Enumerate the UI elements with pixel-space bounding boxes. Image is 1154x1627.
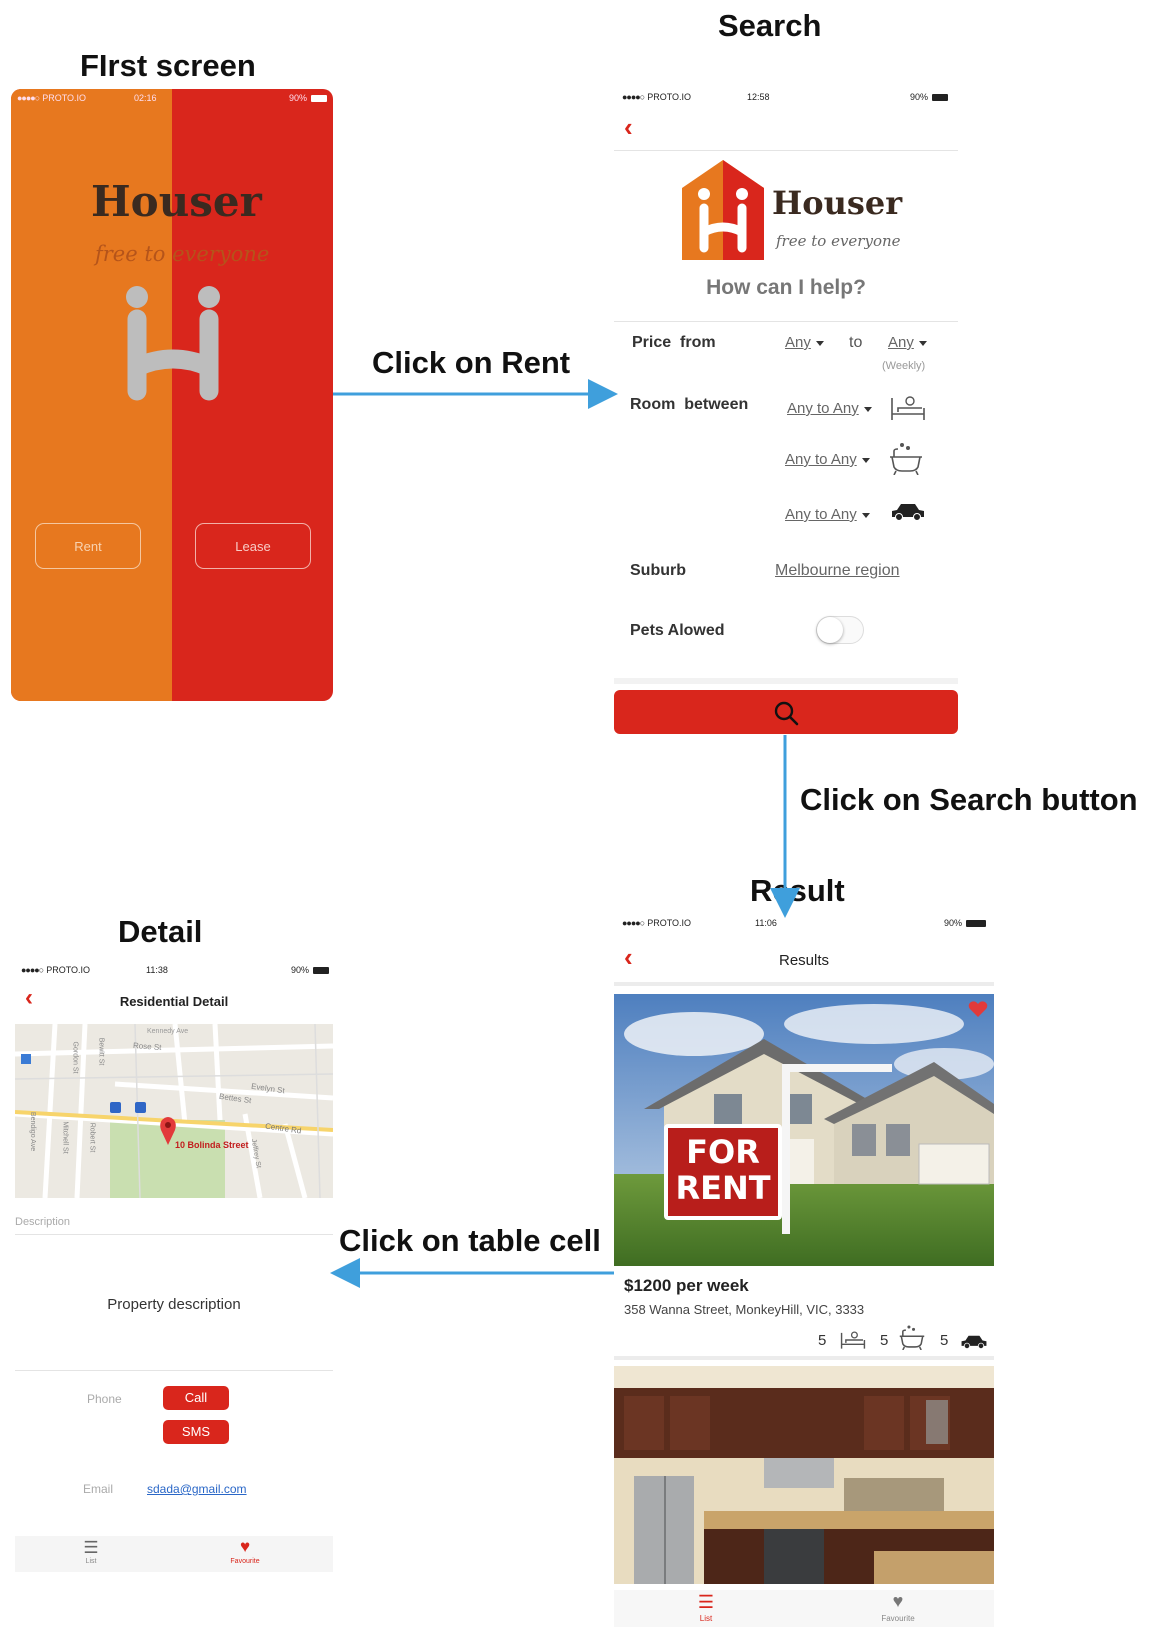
app-tagline: free to everyone: [95, 242, 270, 266]
bed-range-select[interactable]: Any to Any: [787, 400, 872, 417]
email-link[interactable]: sdada@gmail.com: [147, 1482, 247, 1496]
kitchen-photo[interactable]: [614, 1366, 994, 1584]
listing-address: 358 Wanna Street, MonkeyHill, VIC, 3333: [624, 1302, 865, 1317]
tab-bar: ☰ List ♥ Favourite: [15, 1536, 333, 1572]
room-label: Room between: [630, 396, 749, 413]
map-street-bendigo: Bendigo Ave: [29, 1111, 37, 1152]
car-icon: [892, 504, 924, 521]
houser-h-icon: [126, 286, 220, 401]
toggle-knob: [817, 617, 843, 643]
detail-screen: ●●●●○ PROTO.IO 11:38 90% ‹ Residential De…: [15, 960, 333, 1572]
map-street-mitchell: Mitchell St: [61, 1121, 69, 1154]
detail-title-bar: Residential Detail: [119, 994, 229, 1009]
bath-icon: [899, 1325, 925, 1350]
results-title: Results: [778, 952, 830, 969]
listing-cars: 5: [940, 1332, 949, 1349]
tab-favourite[interactable]: Favourite: [868, 1614, 928, 1623]
result-screen: ●●●●○ PROTO.IO 11:06 90% ‹ Results FOR R…: [614, 912, 994, 1627]
property-description: Property description: [107, 1296, 241, 1313]
email-label: Email: [83, 1482, 114, 1496]
back-chevron-icon[interactable]: ‹: [624, 114, 633, 140]
rent-button[interactable]: Rent: [35, 523, 141, 569]
lease-button[interactable]: Lease: [195, 523, 311, 569]
bath-range-select[interactable]: Any to Any: [785, 451, 870, 468]
status-bar: ●●●●○ PROTO.IO 12:58 90%: [622, 92, 948, 102]
map-street-robert: Robert St: [88, 1122, 96, 1153]
heart-icon[interactable]: ♥: [235, 1538, 255, 1556]
listing-price: $1200 per week: [624, 1276, 749, 1295]
first-screen: ●●●●○ PROTO.IO 02:16 90% Houser free to e…: [11, 89, 333, 701]
car-icon: [961, 1335, 987, 1349]
description-label: Description: [15, 1216, 71, 1228]
bath-icon: [890, 443, 922, 475]
tab-list[interactable]: List: [686, 1614, 726, 1623]
step-click-search: Click on Search button: [800, 782, 1138, 817]
search-button[interactable]: [614, 690, 958, 734]
map-street-bewitt: Bewitt St: [97, 1037, 105, 1066]
list-icon[interactable]: ☰: [696, 1593, 716, 1611]
price-to-label: to: [849, 334, 863, 351]
for-rent-sign: FOR RENT: [664, 1124, 782, 1220]
sms-button[interactable]: SMS: [163, 1420, 229, 1444]
map-street-gordon: Gordon St: [71, 1041, 79, 1074]
step-click-table-cell: Click on table cell: [339, 1223, 601, 1258]
car-range-select[interactable]: Any to Any: [785, 506, 870, 523]
map-view[interactable]: Rose St Evelyn St Bettes St Centre Rd Ke…: [15, 1024, 333, 1198]
listing-beds: 5: [818, 1332, 827, 1349]
price-from-select[interactable]: Any: [785, 334, 824, 351]
status-bar: ●●●●○ PROTO.IO 11:06 90%: [622, 918, 986, 928]
map-roads: [15, 1024, 333, 1198]
houser-logo-icon: [682, 160, 764, 260]
phone-label: Phone: [87, 1392, 122, 1406]
call-button[interactable]: Call: [163, 1386, 229, 1410]
heart-icon[interactable]: ♥: [888, 1592, 908, 1610]
bed-icon: [891, 396, 925, 420]
price-to-select[interactable]: Any: [888, 334, 927, 351]
pets-toggle[interactable]: [816, 616, 864, 644]
status-bar: ●●●●○ PROTO.IO 02:16 90%: [17, 93, 327, 103]
app-logo: Houser: [91, 177, 262, 226]
tab-favourite[interactable]: Favourite: [215, 1558, 275, 1565]
app-logo: Houser: [772, 184, 903, 222]
search-icon: [774, 701, 799, 726]
search-screen: ●●●●○ PROTO.IO 12:58 90% ‹ Houser free to…: [614, 86, 958, 738]
list-icon[interactable]: ☰: [81, 1539, 101, 1556]
map-pin-label: 10 Bolinda Street: [175, 1140, 249, 1150]
bed-icon: [840, 1331, 866, 1349]
favourite-heart-icon[interactable]: [968, 1000, 988, 1018]
map-street-kennedy: Kennedy Ave: [147, 1028, 189, 1035]
listing-baths: 5: [880, 1332, 889, 1349]
price-note: (Weekly): [882, 360, 926, 372]
price-label: Price from: [632, 334, 716, 351]
suburb-select[interactable]: Melbourne region: [775, 562, 900, 580]
status-bar: ●●●●○ PROTO.IO 11:38 90%: [21, 965, 329, 975]
suburb-label: Suburb: [630, 562, 686, 579]
tab-bar: ☰ List ♥ Favourite: [614, 1590, 994, 1627]
pets-label: Pets Alowed: [630, 622, 725, 639]
tab-list[interactable]: List: [71, 1558, 111, 1565]
help-heading: How can I help?: [706, 276, 866, 299]
listing-cell[interactable]: FOR RENT: [614, 994, 994, 1270]
step-click-rent: Click on Rent: [372, 345, 571, 380]
map-street-rose: Rose St: [132, 1041, 162, 1052]
app-tagline: free to everyone: [776, 232, 901, 250]
